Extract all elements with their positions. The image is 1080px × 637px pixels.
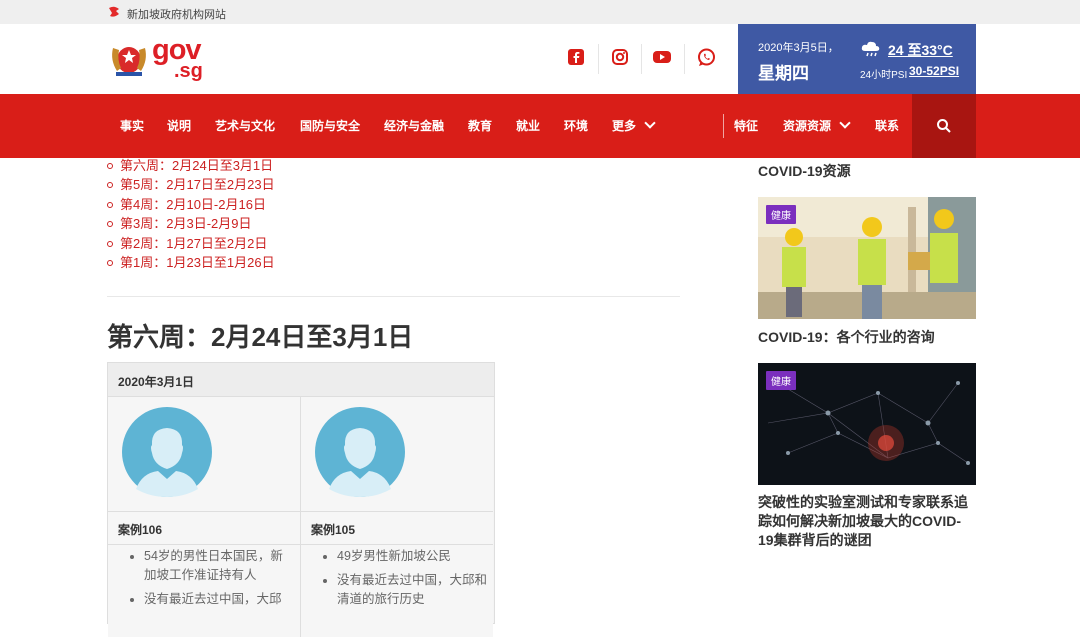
search-icon	[937, 119, 951, 133]
nav-item-resources[interactable]: 资源资源	[783, 94, 851, 158]
nav-item-employment[interactable]: 就业	[516, 94, 540, 158]
weather-widget: 2020年3月5日， 星期四 24 至33°C 24小时PSI 30-52PSI	[738, 24, 976, 94]
divider	[108, 544, 300, 545]
cases-table: 2020年3月1日 案例106 54岁的男性日本国民，新加坡工作准证持有人 没有…	[107, 362, 495, 637]
divider	[301, 544, 493, 545]
week-link[interactable]: 第4周：2月10日-2月16日	[107, 195, 275, 214]
case-title: 案例105	[311, 523, 356, 537]
week-link[interactable]: 第3周：2月3日-2月9日	[107, 214, 275, 233]
table-date: 2020年3月1日	[118, 375, 195, 389]
week-list: 第六周：2月24日至3月1日 第5周：2月17日至2月23日 第4周：2月10日…	[107, 156, 275, 272]
nav-item-explainers[interactable]: 说明	[167, 94, 191, 158]
psi-label: 24小时PSI	[860, 70, 908, 81]
table-header: 2020年3月1日	[108, 363, 494, 397]
page-heading: 第六周：2月24日至3月1日	[107, 322, 414, 352]
case-details: 49岁男性新加坡公民 没有最近去过中国，大邱和清道的旅行历史	[313, 547, 487, 614]
chevron-down-icon	[644, 117, 656, 129]
avatar-icon	[122, 407, 212, 497]
week-link[interactable]: 第5周：2月17日至2月23日	[107, 175, 275, 194]
instagram-icon[interactable]	[609, 46, 631, 68]
nav-item-contact[interactable]: 联系	[875, 94, 899, 158]
lab-network-card[interactable]: 健康	[758, 363, 976, 485]
main-navigation: 事实 说明 艺术与文化 国防与安全 经济与金融 教育 就业 环境 更多 特征 资…	[0, 94, 1080, 158]
nav-item-more-label: 更多	[612, 119, 637, 133]
divider	[301, 511, 493, 512]
temperature-link[interactable]: 24 至33°C	[888, 40, 953, 60]
sidebar-title-lab-testing[interactable]: 突破性的实验室测试和专家联系追踪如何解决新加坡最大的COVID-19集群背后的谜…	[758, 493, 976, 550]
search-button[interactable]	[912, 94, 976, 158]
facebook-icon[interactable]	[565, 46, 587, 68]
gov-agency-text: 新加坡政府机构网站	[127, 9, 226, 21]
week-link[interactable]: 第1周：1月23日至1月26日	[107, 253, 275, 272]
divider	[107, 296, 680, 297]
separator	[598, 44, 599, 74]
nav-item-resources-label: 资源资源	[783, 119, 832, 133]
singapore-crest-icon[interactable]	[108, 38, 150, 78]
case-detail-item: 49岁男性新加坡公民	[337, 547, 487, 566]
psi-value-link[interactable]: 30-52PSI	[909, 64, 959, 78]
case-card: 案例106 54岁的男性日本国民，新加坡工作准证持有人 没有最近去过中国，大邱	[108, 397, 300, 637]
chevron-down-icon	[839, 117, 851, 129]
nav-item-defence-security[interactable]: 国防与安全	[300, 94, 360, 158]
top-strip: 新加坡政府机构网站	[0, 0, 1080, 24]
avatar-icon	[315, 407, 405, 497]
lion-head-icon	[109, 6, 119, 17]
case-title: 案例106	[118, 523, 163, 537]
nav-separator	[723, 114, 724, 138]
weather-date: 2020年3月5日，	[758, 42, 839, 54]
nav-item-environment[interactable]: 环境	[564, 94, 588, 158]
gov-sg-logo[interactable]: gov .sg	[152, 36, 203, 82]
nav-item-features[interactable]: 特征	[734, 94, 758, 158]
health-badge[interactable]: 健康	[766, 205, 796, 224]
sidebar-title-industry-advisories[interactable]: COVID-19：各个行业的咨询	[758, 327, 935, 347]
week-link[interactable]: 第2周：1月27日至2月2日	[107, 234, 275, 253]
case-card: 案例105 49岁男性新加坡公民 没有最近去过中国，大邱和清道的旅行历史	[301, 397, 493, 637]
nav-item-education[interactable]: 教育	[468, 94, 492, 158]
week-link[interactable]: 第六周：2月24日至3月1日	[107, 156, 275, 175]
workers-photo-card[interactable]: 健康	[758, 197, 976, 319]
sidebar-title-covid-resources[interactable]: COVID-19资源	[758, 161, 851, 181]
nav-item-economy-finance[interactable]: 经济与金融	[384, 94, 444, 158]
nav-item-arts-culture[interactable]: 艺术与文化	[215, 94, 275, 158]
youtube-icon[interactable]	[651, 46, 673, 68]
whatsapp-icon[interactable]	[695, 46, 717, 68]
weather-day: 星期四	[758, 64, 809, 83]
case-details: 54岁的男性日本国民，新加坡工作准证持有人 没有最近去过中国，大邱	[120, 547, 294, 614]
health-badge[interactable]: 健康	[766, 371, 796, 390]
case-detail-item: 54岁的男性日本国民，新加坡工作准证持有人	[144, 547, 294, 585]
separator	[641, 44, 642, 74]
case-detail-item: 没有最近去过中国，大邱和清道的旅行历史	[337, 571, 487, 609]
separator	[684, 44, 685, 74]
cloud-rain-icon	[861, 41, 880, 57]
header: gov .sg 2020年3月5日， 星期四 24 至33°C 24小时PSI …	[0, 24, 1080, 94]
divider	[108, 511, 300, 512]
nav-item-more[interactable]: 更多	[612, 94, 656, 158]
case-detail-item: 没有最近去过中国，大邱	[144, 590, 294, 609]
nav-item-facts[interactable]: 事实	[120, 94, 144, 158]
